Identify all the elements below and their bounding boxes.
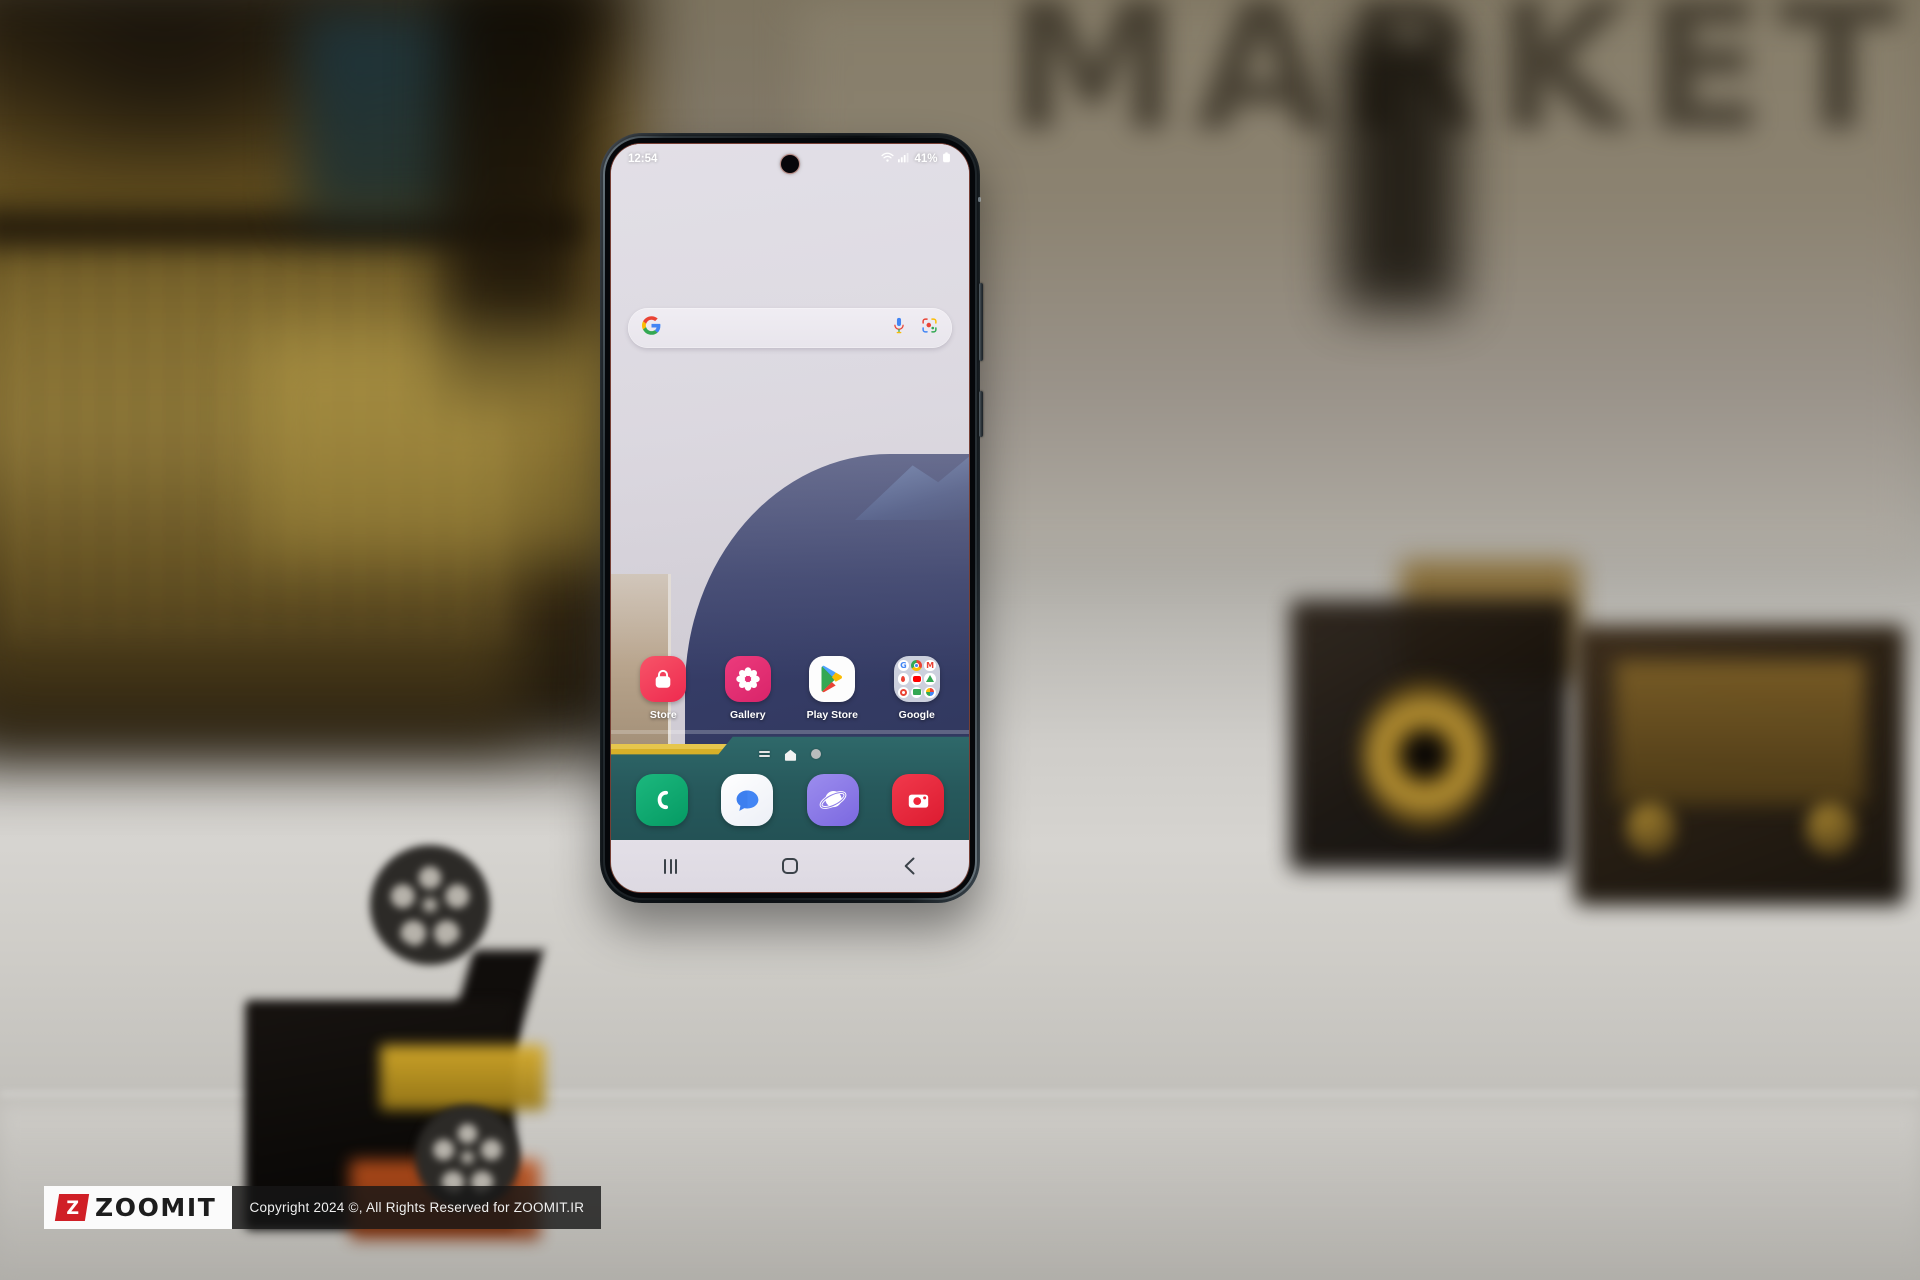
app-gallery[interactable]: Gallery: [714, 656, 782, 721]
smartphone: 12:54 41% Store Gallery Play Store G M G…: [600, 133, 983, 903]
zoomit-logo: Z ZOOMIT: [44, 1186, 233, 1229]
gallery-flower-icon[interactable]: [724, 656, 771, 702]
zoomit-z-mark-icon: Z: [54, 1194, 90, 1221]
meet-icon: [911, 686, 923, 698]
messages-bubble-icon[interactable]: [721, 774, 774, 826]
back-chevron-icon[interactable]: [878, 849, 940, 883]
google-photos-icon: [924, 686, 936, 698]
background-radio-face: [1615, 660, 1865, 805]
wifi-icon: [881, 152, 895, 166]
signal-bars-icon: [897, 152, 909, 166]
google-folder-icon[interactable]: G M: [893, 656, 940, 702]
galaxy-store-icon[interactable]: [640, 656, 687, 702]
zoomit-copyright-text: Copyright 2024 ©, All Rights Reserved fo…: [232, 1186, 602, 1229]
app-label: Store: [649, 709, 677, 721]
widgets-lines-icon[interactable]: [759, 748, 770, 759]
battery-percent-label: 41%: [914, 153, 938, 165]
internet-planet-icon[interactable]: [806, 774, 859, 826]
google-search-bar[interactable]: [628, 308, 952, 348]
app-play-store[interactable]: Play Store: [798, 656, 866, 721]
navigation-bar: [611, 840, 969, 892]
phone-handset-icon[interactable]: [635, 774, 688, 826]
photos-shutter-icon: [897, 686, 910, 698]
app-label: Google: [898, 709, 935, 721]
app-grid: Store Gallery Play Store G M Google: [621, 656, 959, 721]
page-indicator: [611, 748, 969, 761]
camera-icon[interactable]: [892, 774, 945, 826]
zoomit-z-letter: Z: [66, 1196, 78, 1219]
home-house-icon[interactable]: [784, 748, 797, 761]
projector-yellow-detail: [380, 1045, 545, 1110]
photo-scene: MARKET: [0, 0, 1920, 1280]
app-google-folder[interactable]: G M Google: [883, 656, 951, 721]
phone-screen[interactable]: 12:54 41% Store Gallery Play Store G M G…: [611, 144, 969, 892]
app-store[interactable]: Store: [629, 656, 697, 721]
google-search-icon: G: [897, 660, 910, 672]
youtube-icon: [911, 673, 923, 685]
google-lens-icon[interactable]: [921, 317, 938, 339]
microphone-icon[interactable]: [892, 317, 906, 339]
gmail-icon: M: [924, 660, 936, 672]
status-bar-icons: 41%: [881, 152, 952, 166]
status-bar-clock: 12:54: [628, 153, 658, 165]
dock: [619, 774, 961, 826]
background-dark-smudge: [1340, 30, 1460, 310]
projector-reel-top: [370, 845, 490, 965]
app-label: Play Store: [806, 709, 858, 721]
google-g-icon: [642, 316, 661, 340]
home-square-icon[interactable]: [759, 849, 821, 883]
background-radio-knob-left: [1625, 800, 1677, 856]
app-label: Gallery: [729, 709, 766, 721]
power-button[interactable]: [979, 391, 983, 437]
recents-icon[interactable]: [640, 849, 702, 883]
maps-icon: [897, 673, 910, 685]
zoomit-brand-text: ZOOMIT: [95, 1193, 217, 1222]
background-camera-lens: [1360, 680, 1490, 830]
drive-icon: [924, 673, 936, 685]
battery-icon: [941, 152, 952, 166]
volume-button[interactable]: [979, 283, 983, 361]
background-radio-knob-right: [1805, 800, 1857, 856]
zoomit-watermark: Z ZOOMIT Copyright 2024 ©, All Rights Re…: [44, 1186, 602, 1229]
antenna-line-top: [978, 197, 981, 202]
front-camera-punch-hole: [781, 155, 799, 173]
chrome-icon: [911, 660, 923, 672]
play-store-icon[interactable]: [809, 656, 856, 702]
page-dot[interactable]: [811, 749, 821, 759]
